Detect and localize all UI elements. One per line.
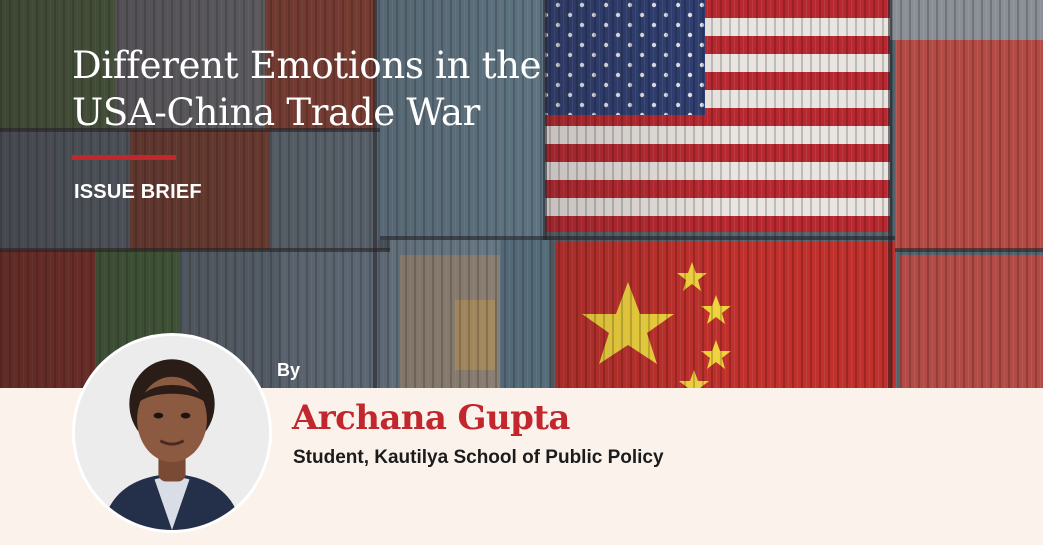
- author-name: Archana Gupta: [292, 398, 570, 438]
- brief-title-line-1: Different Emotions in the: [72, 44, 542, 87]
- brief-title: Different Emotions in the USA-China Trad…: [72, 42, 592, 136]
- brief-title-line-2: USA-China Trade War: [72, 91, 481, 134]
- author-avatar: [72, 333, 272, 533]
- author-portrait-icon: [75, 336, 269, 530]
- author-affiliation: Student, Kautilya School of Public Polic…: [293, 447, 664, 468]
- byline-label: By: [277, 360, 301, 380]
- issue-brief-banner: Different Emotions in the USA-China Trad…: [0, 0, 1043, 545]
- brief-kicker: ISSUE BRIEF: [74, 181, 202, 203]
- title-accent-rule: [72, 155, 176, 160]
